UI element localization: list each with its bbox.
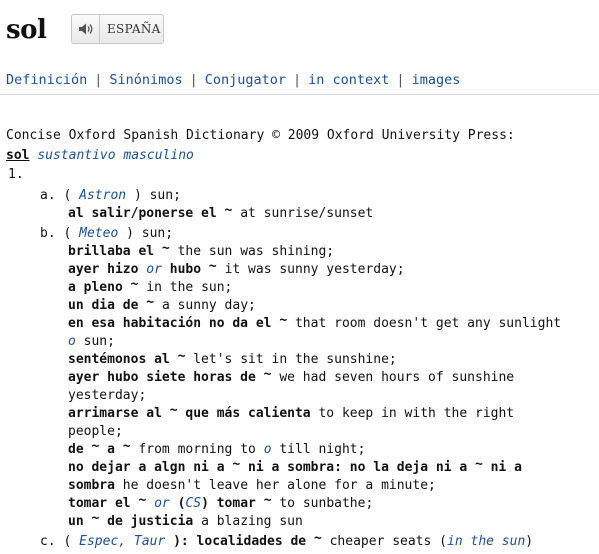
entry-header: sol xyxy=(6,10,47,50)
example-continuation: sombra he doesn't leave her alone for a … xyxy=(68,478,436,493)
nav-sinonimos[interactable]: Sinónimos xyxy=(109,72,182,88)
nav-separator: | xyxy=(396,72,405,88)
example: arrimarse al ~ que más calienta to keep … xyxy=(68,403,515,421)
subsense-a-line: a. ( Astron ) sun; xyxy=(40,188,181,203)
copyright-line: Concise Oxford Spanish Dictionary © 2009… xyxy=(6,127,515,145)
nav-separator: | xyxy=(293,72,302,88)
example: sentémonos al ~ let's sit in the sunshin… xyxy=(68,349,397,367)
example-continuation: o sun; xyxy=(68,334,115,349)
example: de ~ a ~ from morning to o till night; xyxy=(68,439,366,457)
nav-in-context[interactable]: in context xyxy=(308,72,389,88)
example: brillaba el ~ the sun was shining; xyxy=(68,241,335,259)
subsense-c-line: c. ( Espec, Taur ): localidades de ~ che… xyxy=(40,531,534,549)
nav-conjugator[interactable]: Conjugator xyxy=(205,72,286,88)
nav-definicion[interactable]: Definición xyxy=(6,72,87,88)
example: un dia de ~ a sunny day; xyxy=(68,295,256,313)
pronunciation-label: ESPAÑA xyxy=(107,22,161,36)
subsense-b-marker: b. xyxy=(40,226,56,241)
nav-separator: | xyxy=(94,72,103,88)
nav-images[interactable]: images xyxy=(412,72,461,88)
field-label: Meteo xyxy=(79,226,119,241)
example: ayer hubo siete horas de ~ we had seven … xyxy=(68,367,515,385)
subsense-b-line: b. ( Meteo ) sun; xyxy=(40,226,174,241)
example: un ~ de justicia a blazing sun xyxy=(68,511,303,529)
example: tomar el ~ or (CS) tomar ~ to sunbathe; xyxy=(68,493,374,511)
example-continuation: yesterday; xyxy=(68,388,147,403)
entry-head-line: sol sustantivo masculino xyxy=(6,147,194,165)
headword: sol xyxy=(6,15,47,45)
entry-nav: Definición | Sinónimos | Conjugator | in conte… xyxy=(6,72,460,88)
example: ayer hizo or hubo ~ it was sunny yesterd… xyxy=(68,259,405,277)
part-of-speech: sustantivo masculino xyxy=(37,148,194,163)
divider xyxy=(0,94,599,95)
field-label: Espec, Taur xyxy=(79,534,166,549)
speaker-icon xyxy=(72,15,100,43)
gloss: sun; xyxy=(141,226,174,241)
copyright: Concise Oxford Spanish Dictionary © 2009… xyxy=(6,128,515,143)
subsense-c-marker: c. xyxy=(40,534,56,549)
example: en esa habitación no da el ~ that room d… xyxy=(68,313,562,331)
gloss: sun; xyxy=(149,188,181,203)
field-label: Astron xyxy=(79,188,127,203)
nav-separator: | xyxy=(189,72,198,88)
entry-head[interactable]: sol xyxy=(6,148,29,163)
sense-number: 1. xyxy=(8,167,24,182)
subsense-a-marker: a. xyxy=(40,188,56,203)
example: no dejar a algn ni a ~ ni a sombra: no l… xyxy=(68,457,522,475)
example: al salir/ponerse el ~ at sunrise/sunset xyxy=(68,203,374,221)
pronunciation-button[interactable]: ESPAÑA xyxy=(71,14,164,44)
